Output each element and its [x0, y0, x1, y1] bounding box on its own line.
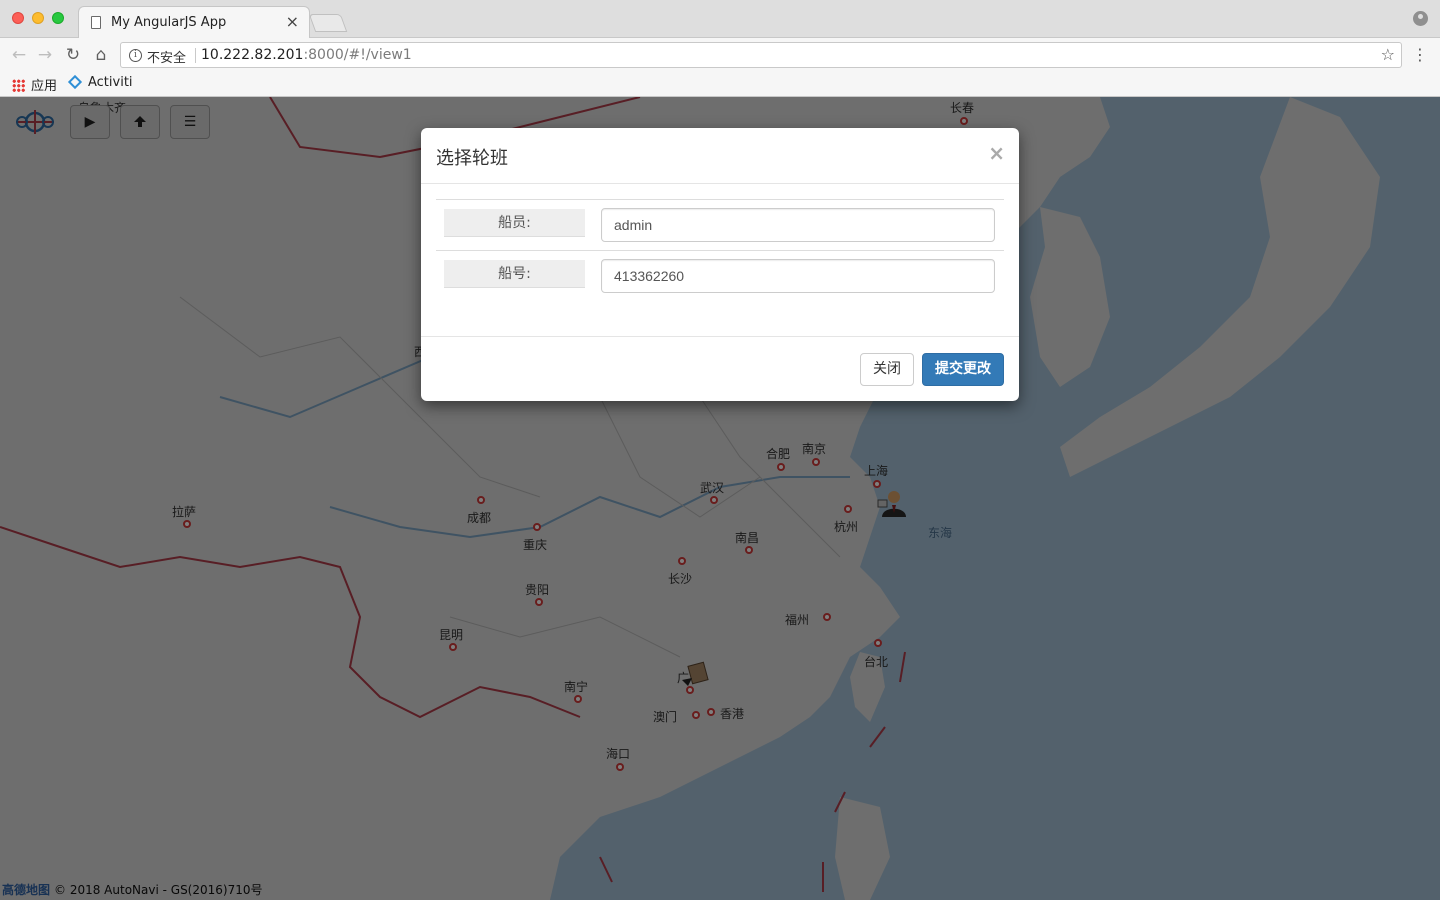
- crew-label: 船员:: [444, 209, 585, 237]
- profile-icon[interactable]: [1413, 11, 1428, 26]
- tab-title: My AngularJS App: [111, 15, 227, 30]
- window-close-button[interactable]: [12, 12, 24, 24]
- close-button[interactable]: 关闭: [860, 353, 914, 386]
- forward-icon[interactable]: →: [34, 44, 56, 66]
- tab-close-icon[interactable]: ×: [286, 12, 299, 31]
- page-icon: [91, 16, 101, 29]
- security-label[interactable]: 不安全: [147, 47, 186, 66]
- ship-number-input[interactable]: 413362260: [601, 259, 995, 293]
- window-zoom-button[interactable]: [52, 12, 64, 24]
- window-minimize-button[interactable]: [32, 12, 44, 24]
- bookmark-activiti[interactable]: Activiti: [67, 74, 133, 90]
- browser-menu-icon[interactable]: ⋮: [1412, 45, 1428, 65]
- map-viewport[interactable]: 长春 乌鲁木齐 西 合肥 南京 上海 武汉 杭州 成都 重庆 拉萨 南昌 长沙 …: [0, 97, 1440, 900]
- home-icon[interactable]: ⌂: [90, 44, 112, 66]
- browser-tab-active[interactable]: My AngularJS App ×: [78, 6, 310, 38]
- crew-input[interactable]: admin: [601, 208, 995, 242]
- crew-field-row: 船员: admin: [436, 199, 1004, 249]
- url-divider: [195, 48, 196, 63]
- modal-close-icon[interactable]: ×: [988, 141, 1005, 165]
- back-icon[interactable]: ←: [8, 44, 30, 66]
- modal-title: 选择轮班: [436, 148, 508, 169]
- reload-icon[interactable]: ↻: [62, 44, 84, 66]
- info-icon[interactable]: i: [129, 49, 142, 62]
- bookmark-apps-label: 应用: [31, 79, 58, 94]
- url-text[interactable]: 10.222.82.201:8000/#!/view1: [201, 47, 412, 63]
- activiti-diamond-icon: [67, 74, 83, 90]
- apps-grid-icon: [12, 79, 25, 92]
- submit-changes-button[interactable]: 提交更改: [922, 353, 1004, 386]
- shift-select-modal: 选择轮班 × 船员: admin 船号: 413362260 关闭 提交更改: [421, 128, 1019, 401]
- modal-footer: 关闭 提交更改: [421, 336, 1019, 401]
- browser-titlebar: My AngularJS App ×: [0, 0, 1440, 38]
- address-bar[interactable]: i 不安全 10.222.82.201:8000/#!/view1 ☆: [120, 42, 1402, 68]
- bookmark-apps[interactable]: 应用: [12, 75, 57, 94]
- modal-header: 选择轮班 ×: [421, 128, 1019, 184]
- url-path: :8000/#!/view1: [303, 47, 412, 63]
- bookmark-star-icon[interactable]: ☆: [1381, 45, 1395, 64]
- ship-number-label: 船号:: [444, 260, 585, 288]
- bookmarks-bar: 应用 Activiti: [0, 72, 1440, 97]
- bookmark-activiti-label: Activiti: [88, 75, 133, 90]
- ship-number-field-row: 船号: 413362260: [436, 250, 1004, 300]
- browser-toolbar: ← → ↻ ⌂ i 不安全 10.222.82.201:8000/#!/view…: [0, 38, 1440, 72]
- new-tab-button[interactable]: [308, 14, 348, 32]
- url-host: 10.222.82.201: [201, 47, 304, 63]
